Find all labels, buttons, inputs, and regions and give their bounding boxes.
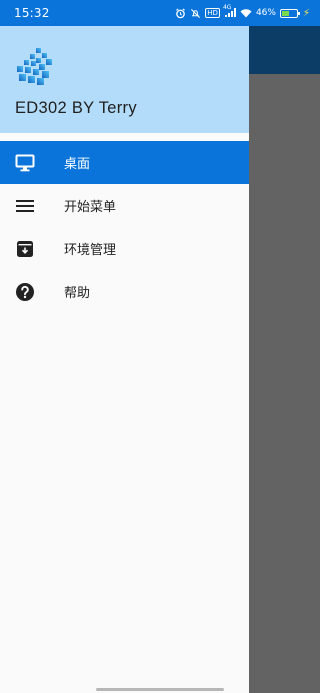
menu-item-help[interactable]: 帮助 [0, 270, 249, 313]
battery-percent: 46% [255, 8, 276, 18]
battery-icon [279, 8, 300, 18]
menu-item-desktop[interactable]: 桌面 [0, 141, 249, 184]
battery-fill [281, 10, 290, 16]
menu-item-label: 桌面 [64, 157, 91, 172]
charging-icon: ⚡ [302, 7, 310, 19]
menu-item-label: 开始菜单 [64, 200, 117, 215]
drawer-scrim[interactable] [249, 74, 320, 693]
hd-icon: HD [205, 8, 220, 18]
navigation-drawer: ED302 BY Terry 桌面 开始菜单 环境管理 帮助 [0, 26, 249, 693]
alarm-icon [175, 7, 186, 19]
mute-icon [190, 8, 201, 19]
windows-grid-logo [17, 48, 52, 85]
menu-item-label: 帮助 [64, 286, 91, 301]
help-icon [15, 282, 35, 302]
screen: 15:32 HD 4G 46% ⚡ ED302 BY Terry 桌面 开始菜单… [0, 0, 320, 693]
wifi-icon [240, 8, 252, 18]
signal-icon: 4G [223, 4, 236, 18]
home-indicator[interactable] [96, 688, 224, 691]
status-bar: 15:32 HD 4G 46% ⚡ [0, 0, 320, 26]
header-divider [0, 133, 249, 141]
drawer-header: ED302 BY Terry [0, 26, 249, 133]
menu-item-environment[interactable]: 环境管理 [0, 227, 249, 270]
drawer-menu: 桌面 开始菜单 环境管理 帮助 [0, 141, 249, 313]
menu-item-label: 环境管理 [64, 243, 117, 258]
menu-lines-icon [15, 196, 35, 216]
archive-icon [15, 239, 35, 259]
signal-label: 4G [222, 4, 232, 11]
status-time: 15:32 [14, 6, 50, 20]
monitor-icon [15, 153, 35, 173]
app-name: ED302 BY Terry [15, 99, 137, 117]
menu-item-start-menu[interactable]: 开始菜单 [0, 184, 249, 227]
app-toolbar [249, 26, 320, 74]
status-icons: HD 4G 46% ⚡ [175, 4, 310, 19]
